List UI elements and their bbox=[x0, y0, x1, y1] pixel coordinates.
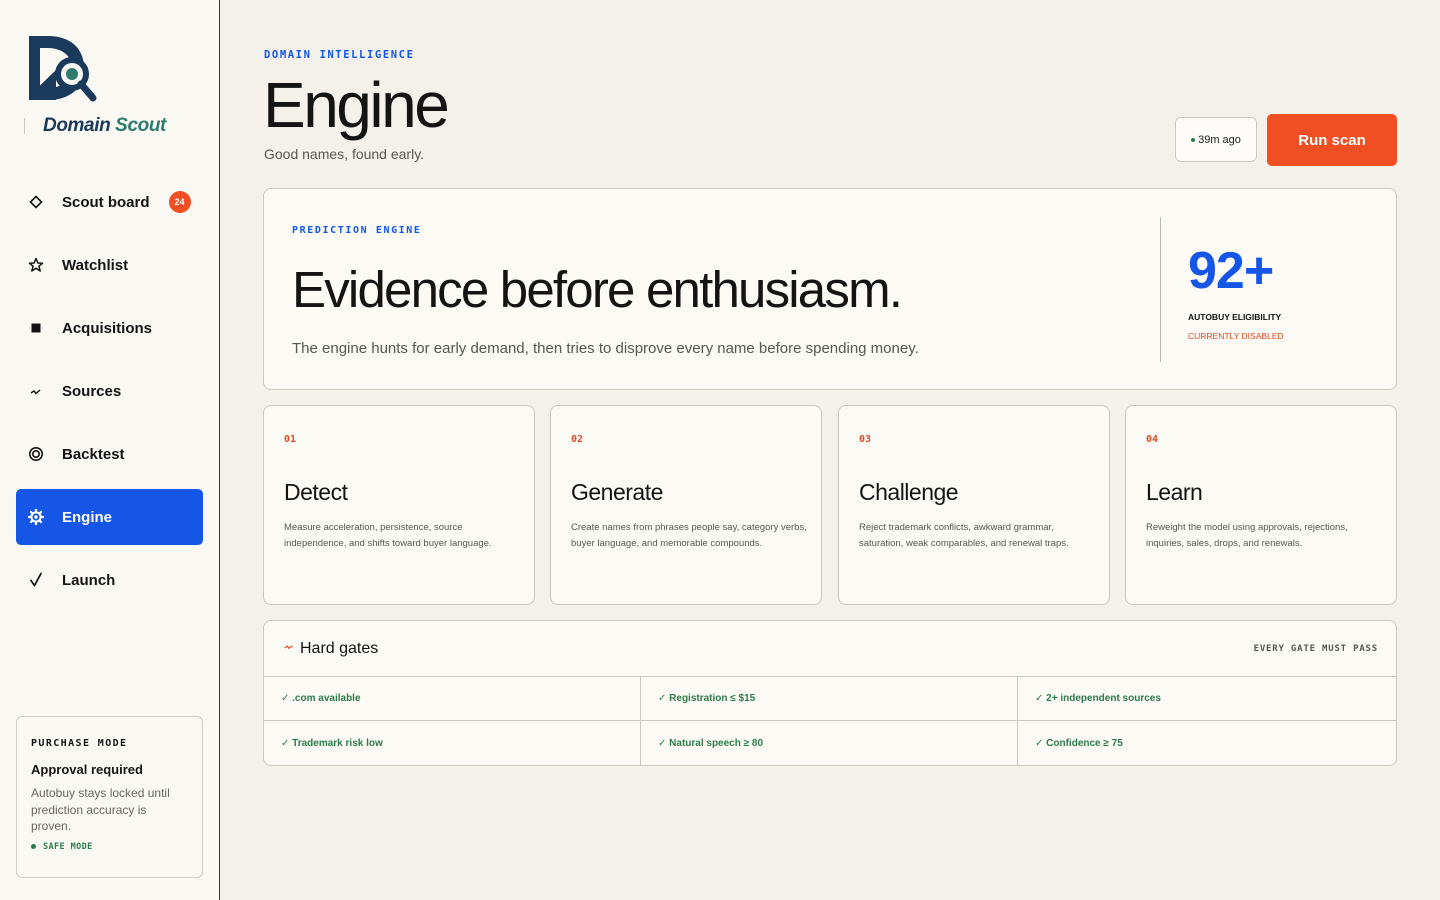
purchase-mode-status-text: SAFE MODE bbox=[43, 841, 93, 852]
step-title: Learn bbox=[1146, 479, 1203, 505]
gate-item: ✓ Confidence ≥ 75 bbox=[1035, 737, 1123, 749]
star-icon bbox=[28, 257, 44, 273]
gate-item: ✓ 2+ independent sources bbox=[1018, 677, 1396, 721]
step-card-learn: 04 Learn Reweight the model using approv… bbox=[1125, 405, 1397, 605]
status-dot-icon bbox=[31, 844, 36, 849]
square-icon bbox=[28, 320, 44, 336]
page-subtitle: Good names, found early. bbox=[264, 146, 425, 162]
purchase-mode-description: Autobuy stays locked until prediction ac… bbox=[31, 786, 170, 833]
sidebar-item-watchlist[interactable]: Watchlist bbox=[16, 237, 203, 293]
sidebar-item-backtest[interactable]: Backtest bbox=[16, 426, 203, 482]
hard-gates-note: EVERY GATE MUST PASS bbox=[1253, 644, 1378, 654]
status-dot-icon bbox=[1191, 137, 1196, 142]
prediction-engine-card: PREDICTION ENGINE Evidence before enthus… bbox=[263, 188, 1397, 390]
hero-description: The engine hunts for early demand, then … bbox=[292, 340, 919, 357]
gate-item: ✓ Natural speech ≥ 80 bbox=[641, 721, 1018, 765]
autobuy-status: CURRENTLY DISABLED bbox=[1188, 331, 1284, 341]
signal-icon bbox=[28, 383, 44, 399]
sidebar-item-acquisitions[interactable]: Acquisitions bbox=[16, 300, 203, 356]
gate-item: ✓ Trademark risk low bbox=[264, 721, 641, 765]
sidebar-item-label: Engine bbox=[62, 508, 113, 526]
sidebar-item-engine[interactable]: Engine bbox=[16, 489, 203, 545]
hero-divider bbox=[1160, 217, 1161, 362]
brand-name-part1: Domain bbox=[43, 115, 111, 136]
step-number: 01 bbox=[284, 434, 297, 445]
page-title: Engine bbox=[263, 69, 450, 141]
step-title: Generate bbox=[571, 479, 663, 505]
hard-gates-header: Hard gates EVERY GATE MUST PASS bbox=[264, 621, 1396, 677]
brand-name: Domain Scout bbox=[43, 115, 166, 137]
last-scan-chip: 39m ago bbox=[1175, 117, 1257, 162]
step-description: Reject trademark conflicts, awkward gram… bbox=[859, 522, 1069, 549]
hard-gates-panel: Hard gates EVERY GATE MUST PASS ✓ .com a… bbox=[263, 620, 1397, 766]
page-eyebrow: DOMAIN INTELLIGENCE bbox=[264, 49, 415, 61]
purchase-mode-title: Approval required bbox=[31, 762, 143, 777]
hero-eyebrow: PREDICTION ENGINE bbox=[292, 225, 422, 236]
sidebar-item-launch[interactable]: Launch bbox=[16, 552, 203, 608]
step-card-generate: 02 Generate Create names from phrases pe… bbox=[550, 405, 822, 605]
step-description: Create names from phrases people say, ca… bbox=[571, 522, 807, 549]
step-number: 04 bbox=[1146, 434, 1159, 445]
check-icon bbox=[28, 572, 44, 588]
sidebar-item-label: Scout board bbox=[62, 193, 150, 211]
step-description: Reweight the model using approvals, reje… bbox=[1146, 522, 1348, 549]
step-description: Measure acceleration, persistence, sourc… bbox=[284, 522, 492, 549]
hard-gates-title: Hard gates bbox=[300, 640, 379, 657]
diamond-icon bbox=[28, 194, 44, 210]
purchase-mode-label: PURCHASE MODE bbox=[31, 738, 128, 749]
sidebar-item-scout-board[interactable]: Scout board 24 bbox=[16, 174, 203, 230]
hard-gates-grid: ✓ .com available ✓ Registration ≤ $15 ✓ … bbox=[264, 677, 1396, 765]
step-title: Detect bbox=[284, 479, 348, 505]
step-number: 02 bbox=[571, 434, 584, 445]
target-icon bbox=[28, 446, 44, 462]
brand-name-part2: Scout bbox=[115, 115, 166, 136]
sidebar: Domain Scout Scout board 24 Watchlist Ac… bbox=[0, 0, 220, 900]
hero-title: Evidence before enthusiasm. bbox=[292, 261, 903, 318]
purchase-mode-status: SAFE MODE bbox=[31, 842, 188, 852]
run-scan-button[interactable]: Run scan bbox=[1267, 114, 1397, 166]
signal-icon bbox=[283, 641, 295, 656]
sidebar-item-label: Backtest bbox=[62, 445, 125, 463]
sidebar-item-label: Sources bbox=[62, 382, 122, 400]
domain-scout-logo-icon[interactable] bbox=[26, 34, 98, 106]
step-card-challenge: 03 Challenge Reject trademark conflicts,… bbox=[838, 405, 1110, 605]
purchase-mode-card: PURCHASE MODE Approval required Autobuy … bbox=[16, 716, 203, 878]
autobuy-eligibility-label: AUTOBUY ELIGIBILITY bbox=[1188, 312, 1282, 322]
gate-item: ✓ Registration ≤ $15 bbox=[641, 677, 1018, 721]
gate-item: ✓ .com available bbox=[264, 677, 641, 721]
step-card-detect: 01 Detect Measure acceleration, persiste… bbox=[263, 405, 535, 605]
sidebar-item-sources[interactable]: Sources bbox=[16, 363, 203, 419]
step-number: 03 bbox=[859, 434, 872, 445]
sidebar-item-label: Launch bbox=[62, 571, 116, 589]
scout-board-count-badge: 24 bbox=[168, 191, 191, 213]
gear-icon bbox=[28, 509, 44, 525]
logo-divider bbox=[24, 118, 25, 134]
step-title: Challenge bbox=[859, 479, 959, 505]
sidebar-item-label: Acquisitions bbox=[62, 319, 153, 337]
last-scan-time: 39m ago bbox=[1198, 133, 1241, 146]
autobuy-threshold-value: 92+ bbox=[1188, 242, 1274, 300]
sidebar-item-label: Watchlist bbox=[62, 256, 129, 274]
